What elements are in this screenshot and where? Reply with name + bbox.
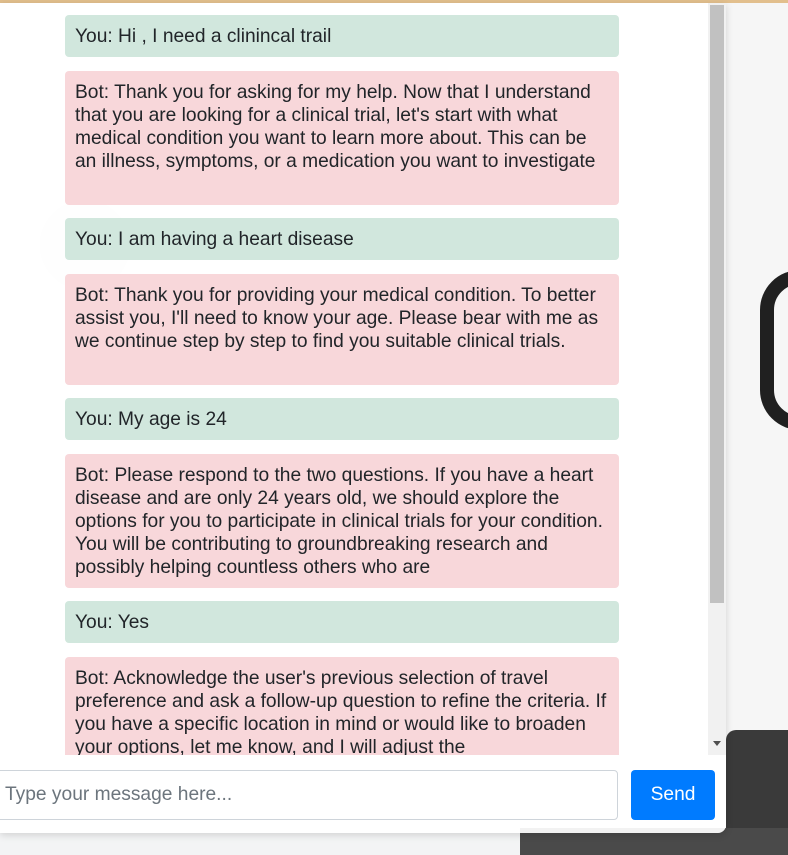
send-button[interactable]: Send xyxy=(631,770,715,820)
message-composer: Send xyxy=(0,755,726,833)
user-message: You: Hi , I need a clinincal trail xyxy=(65,15,619,57)
background-shape xyxy=(760,270,788,430)
background-panel xyxy=(720,3,788,855)
bot-message: Bot: Thank you for providing your medica… xyxy=(65,274,619,385)
bot-message: Bot: Please respond to the two questions… xyxy=(65,454,619,588)
bot-message: Bot: Thank you for asking for my help. N… xyxy=(65,71,619,205)
chat-window: You: Hi , I need a clinincal trail Bot: … xyxy=(0,3,726,833)
user-message: You: My age is 24 xyxy=(65,398,619,440)
message-input[interactable] xyxy=(0,770,618,820)
user-message: You: I am having a heart disease xyxy=(65,218,619,260)
message-list[interactable]: You: Hi , I need a clinincal trail Bot: … xyxy=(0,3,708,755)
scroll-down-arrow-icon[interactable] xyxy=(713,741,721,746)
bot-message: Bot: Acknowledge the user's previous sel… xyxy=(65,657,619,755)
scrollbar-thumb[interactable] xyxy=(710,5,724,603)
user-message: You: Yes xyxy=(65,601,619,643)
scrollbar[interactable] xyxy=(708,3,726,755)
